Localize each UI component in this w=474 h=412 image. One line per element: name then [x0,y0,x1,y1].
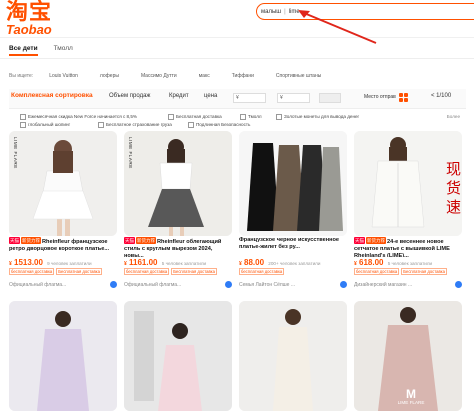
new-badge: 新货力荐 [136,237,156,244]
red-arrow-annotation [298,10,377,44]
price-confirm-button[interactable] [319,93,341,103]
sort-credit[interactable]: Кредит [169,93,189,99]
search-separator: | [284,8,286,15]
pager[interactable]: < 1/100 [431,93,451,99]
lime-flare-watermark: LIME FLARE [13,137,18,169]
checkbox-monthly-discount[interactable]: Ежемесячная скидка New Force начинается … [20,114,137,120]
filters-label: Вы ищете: [9,73,34,79]
sold-count: 5 человек заплатили [387,261,433,266]
checkbox-gold-coins[interactable]: Золотые монеты для вывода денег [276,114,359,120]
store-name[interactable]: Дизайнерский магазин ... [354,281,462,288]
store-name[interactable]: Официальный флагма... [9,281,117,288]
in-stock-overlay: 现货速 [444,161,461,218]
checkbox-cargo-insurance[interactable]: Бесплатное страхование груза [98,122,172,128]
title-text: Французское черное искусственное платье-… [239,237,339,250]
product-price: ¥ 88.00 200+ человек заплатили [239,258,321,267]
header: 淘宝 Taobao малыш | lime [0,0,474,44]
product-card[interactable]: Французское черное искусственное платье-… [239,131,347,296]
ship-from-select[interactable]: Место отпрaв [364,94,396,100]
filter-item[interactable]: Louis Vuitton [49,73,78,79]
product-price: ¥ 1161.00 5 человек заплатили [124,258,207,267]
suggestion-filters: Вы ищете: Louis Vuitton лоферы Массимо Д… [9,73,343,79]
taobao-logo[interactable]: 淘宝 Taobao [6,0,53,37]
checkbox-global-shopping[interactable]: глобальный шопинг [20,122,70,128]
product-card[interactable]: LIME FLARE 天猫 新货力荐 Rheinfleur облегающий с… [124,131,232,296]
page-indicator: 1/100 [436,93,452,99]
sort-sales[interactable]: Объем продаж [109,93,150,99]
checkbox-free-shipping[interactable]: Бесплатная доставка [168,114,222,120]
product-tags: бесплатная доставка Бесплатная доставка [124,268,217,275]
product-image[interactable] [9,301,117,411]
product-image[interactable]: 现货速 [354,131,462,236]
lime-flare-logo: M LIME FLARE [394,388,428,405]
divider [0,58,474,59]
product-tags: бесплатная доставка [239,268,285,275]
filter-item[interactable]: Массимо Дутти [141,73,177,79]
product-image[interactable] [239,131,347,236]
more-filters-button[interactable]: Более [447,114,460,119]
product-tags: бесплатная доставка Бесплатная доставка [354,268,447,275]
sold-count: 200+ человек заплатили [268,261,321,266]
tmall-badge: 天猫 [124,237,135,244]
new-badge: 新货力荐 [21,237,41,244]
product-card[interactable]: 现货速 天猫 新货力荐 24-е весеннее новое сетчатое п… [354,131,462,296]
wangwang-icon[interactable] [340,281,347,288]
checkbox-authentic[interactable]: Подлинная Безопасность [188,122,250,128]
product-image[interactable]: LIME FLARE [9,131,117,236]
wangwang-icon[interactable] [110,281,117,288]
sold-count: 9 человек заплатили [47,261,92,266]
product-image[interactable]: LIME FLARE [124,131,232,236]
new-badge: 新货力荐 [366,237,386,244]
product-card[interactable]: LIME FLARE 天猫 新货力荐 Rheinfleur французское … [9,131,117,296]
filter-item[interactable]: лоферы [100,73,119,79]
tab-all[interactable]: Все дети [9,45,38,56]
search-tabs: Все дети Тмолл [9,45,73,56]
product-title[interactable]: 天猫 新货力荐 Rheinfleur французское ретро дворц… [9,237,117,257]
price-min-input[interactable]: ¥ [233,93,266,103]
product-title[interactable]: 天猫 新货力荐 24-е весеннее новое сетчатое плать… [354,237,462,257]
logo-english: Taobao [6,22,52,37]
product-price: ¥ 618.00 5 человек заплатили [354,258,433,267]
tmall-badge: 天猫 [354,237,365,244]
product-image[interactable]: M LIME FLARE [354,301,462,411]
filter-item[interactable]: макс [199,73,210,79]
grid-view-icon[interactable] [399,93,408,102]
search-prefix: малыш [261,8,282,15]
sort-comprehensive[interactable]: Комплексная сортировка [11,92,93,99]
checkbox-tmall[interactable]: Тмолл [240,114,262,120]
logo-chinese: 淘宝 [6,0,53,24]
product-title[interactable]: 天猫 新货力荐 Rheinfleur облегающий стиль с круг… [124,237,232,257]
filter-item[interactable]: Спортивные штаны [276,73,321,79]
tab-tmall[interactable]: Тмолл [54,45,73,56]
price-max-input[interactable]: ¥ [277,93,310,103]
tmall-badge: 天猫 [9,237,20,244]
store-name[interactable]: Официальный флагма... [124,281,232,288]
taobao-search-page: 淘宝 Taobao малыш | lime Все дети Тмолл Вы… [0,0,474,412]
lime-flare-watermark: LIME FLARE [128,137,133,169]
wangwang-icon[interactable] [455,281,462,288]
wangwang-icon[interactable] [225,281,232,288]
product-price: ¥ 1513.00 9 человек заплатили [9,258,92,267]
sold-count: 5 человек заплатили [161,261,207,266]
store-name[interactable]: Семья Лайтон Сёпше ... [239,281,347,288]
sort-price[interactable]: цена [204,93,217,99]
filter-checkboxes: Ежемесячная скидка New Force начинается … [20,114,460,130]
sort-bar: Комплексная сортировка Объем продаж Кред… [9,89,466,109]
product-tags: бесплатная доставка Бесплатная доставка [9,268,102,275]
flare-logo-text: LIME FLARE [397,400,425,405]
flare-logo-mark: M [406,387,416,401]
product-title[interactable]: Французское черное искусственное платье-… [239,237,347,257]
product-image[interactable] [239,301,347,411]
filter-item[interactable]: Тиффани [232,73,254,79]
product-image[interactable] [124,301,232,411]
